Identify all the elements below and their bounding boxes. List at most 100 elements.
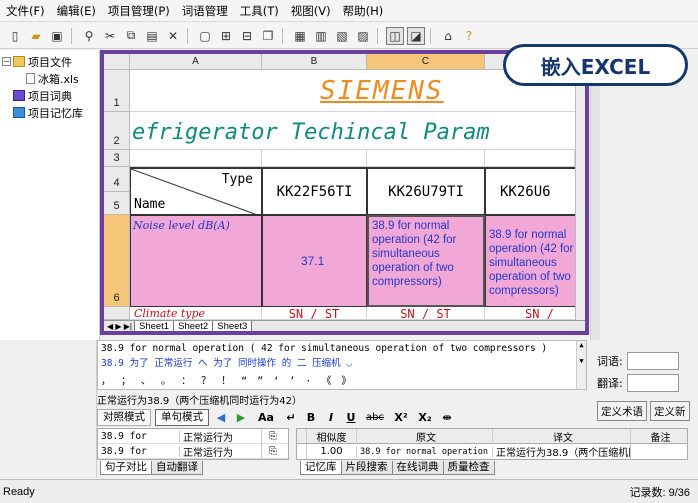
- find-icon[interactable]: ⚲: [80, 27, 98, 45]
- export-icon[interactable]: ⊞: [217, 27, 235, 45]
- copy-icon[interactable]: ⎘: [262, 446, 284, 457]
- menu-tools[interactable]: 工具(T): [240, 3, 279, 19]
- cell-model-1[interactable]: KK22F56TI: [262, 167, 367, 215]
- new-file-icon[interactable]: ▯: [6, 27, 24, 45]
- cell-climate-b[interactable]: SN / ST: [262, 307, 367, 320]
- underline-button[interactable]: U: [343, 411, 359, 424]
- cell-noise-b[interactable]: 37.1: [262, 215, 367, 307]
- row-header-2[interactable]: 2: [104, 112, 130, 150]
- tab-auto-translate[interactable]: 自动翻译: [151, 461, 203, 475]
- cell-noise-c-selected[interactable]: 38.9 for normal operation (42 for simult…: [367, 215, 485, 307]
- cell-c3[interactable]: [367, 150, 485, 167]
- col-target[interactable]: 译文: [493, 428, 631, 444]
- punctuation-bar[interactable]: ， ； 、 。 ： ？ ！ “ ” ‘ ’ · 《 》: [101, 372, 353, 387]
- qa-icon[interactable]: ▨: [354, 27, 372, 45]
- menu-view[interactable]: 视图(V): [291, 3, 331, 19]
- pages-icon[interactable]: ❐: [259, 27, 277, 45]
- embedded-excel[interactable]: A B C 1 2 3 4 5 6 SIEMENS efrigerator Te…: [100, 50, 589, 335]
- document-icon[interactable]: ▢: [196, 27, 214, 45]
- cell-model-3[interactable]: KK26U6: [485, 167, 585, 215]
- menu-help[interactable]: 帮助(H): [343, 3, 384, 19]
- editor-scrollbar[interactable]: ▲ ▼: [576, 341, 586, 389]
- font-button[interactable]: Aa: [253, 411, 279, 424]
- col-note[interactable]: 备注: [631, 429, 687, 444]
- menu-project[interactable]: 项目管理(P): [108, 3, 170, 19]
- define-term-button[interactable]: 定义术语: [597, 401, 647, 421]
- open-folder-icon[interactable]: ▰: [27, 27, 45, 45]
- import-icon[interactable]: ⊟: [238, 27, 256, 45]
- cell-d3[interactable]: [485, 150, 575, 167]
- cell-noise-d[interactable]: 38.9 for normal operation (42 for simult…: [485, 215, 585, 307]
- layout-icon[interactable]: ◪: [407, 26, 425, 45]
- row-header-7[interactable]: [104, 307, 130, 320]
- subscript-button[interactable]: X₂: [415, 411, 435, 424]
- cell-climate-c[interactable]: SN / ST: [367, 307, 485, 320]
- list-item[interactable]: 38.9 for 正常运行为 ⎘: [98, 443, 288, 459]
- cell-climate-label[interactable]: Climate type: [130, 307, 262, 320]
- vertical-scrollbar[interactable]: [575, 70, 585, 320]
- cell-climate-d[interactable]: SN /: [485, 307, 585, 320]
- tab-memory[interactable]: 记忆库: [300, 461, 342, 475]
- col-header-c[interactable]: C: [367, 54, 485, 70]
- word-input[interactable]: [626, 352, 679, 370]
- glossary-icon[interactable]: ▧: [333, 27, 351, 45]
- strike-button[interactable]: abc: [363, 412, 387, 423]
- col-header-a[interactable]: A: [130, 54, 262, 70]
- save-icon[interactable]: ▣: [48, 27, 66, 45]
- superscript-button[interactable]: X²: [391, 411, 411, 424]
- sentence-editor[interactable]: 38.9 for normal operation ( 42 for simul…: [97, 340, 587, 390]
- dict-icon[interactable]: ▥: [312, 27, 330, 45]
- compare-mode-button[interactable]: 对照模式: [97, 408, 151, 426]
- sheet-nav-icon[interactable]: ◀ ▶ ▶|: [104, 322, 135, 331]
- col-header-b[interactable]: B: [262, 54, 367, 70]
- list-item[interactable]: 38.9 for 正常运行为 ⎘: [98, 428, 288, 444]
- translation-result[interactable]: 正常运行为38.9（两个压缩机同时运行为42）: [97, 392, 302, 407]
- col-similarity[interactable]: 相似度: [307, 428, 357, 444]
- next-arrow-icon[interactable]: ▶: [233, 411, 249, 424]
- col-source[interactable]: 原文: [357, 428, 493, 444]
- row-header-4[interactable]: 4: [104, 167, 130, 192]
- paste-icon[interactable]: ▤: [143, 27, 161, 45]
- tree-item-memory[interactable]: 项目记忆库: [2, 104, 97, 121]
- row-header-6[interactable]: 6: [104, 215, 130, 307]
- tree-item-project-files[interactable]: − 项目文件: [2, 53, 97, 70]
- delete-icon[interactable]: ✕: [164, 27, 182, 45]
- table-row[interactable]: 1.00 38.9 for normal operation (42 正常运行为…: [297, 444, 687, 459]
- cell-model-2[interactable]: KK26U79TI: [367, 167, 485, 215]
- spacing-icon[interactable]: ⇹: [439, 411, 455, 424]
- define-new-button[interactable]: 定义新: [650, 401, 690, 421]
- cell-noise-label[interactable]: Noise level dB(A): [130, 215, 262, 307]
- home-icon[interactable]: ⌂: [439, 27, 457, 45]
- cut-icon[interactable]: ✂: [101, 27, 119, 45]
- italic-button[interactable]: I: [323, 411, 339, 424]
- copy-icon[interactable]: ⧉: [122, 27, 140, 45]
- tab-online-dict[interactable]: 在线词典: [391, 461, 444, 475]
- row-header-3[interactable]: 3: [104, 150, 130, 167]
- corner-cell[interactable]: [104, 54, 130, 70]
- copy-icon[interactable]: ⎘: [262, 431, 284, 442]
- bold-button[interactable]: B: [303, 411, 319, 424]
- prev-arrow-icon[interactable]: ◀: [213, 411, 229, 424]
- sheet-tab-1[interactable]: Sheet1: [133, 320, 175, 331]
- translation-input[interactable]: [626, 374, 679, 392]
- cell-a3[interactable]: [130, 150, 262, 167]
- cell-b3[interactable]: [262, 150, 367, 167]
- menu-edit[interactable]: 编辑(E): [57, 3, 96, 19]
- tab-sentence-compare[interactable]: 句子对比: [100, 461, 152, 475]
- sheet-tab-2[interactable]: Sheet2: [173, 320, 214, 331]
- tree-item-file[interactable]: 冰箱.xls: [2, 70, 97, 87]
- single-mode-button[interactable]: 单句模式: [155, 408, 209, 426]
- menu-terms[interactable]: 词语管理: [182, 3, 228, 19]
- help-icon[interactable]: ?: [460, 27, 478, 45]
- tm-icon[interactable]: ▦: [291, 27, 309, 45]
- return-icon[interactable]: ↵: [283, 411, 299, 424]
- row-header-5[interactable]: 5: [104, 192, 130, 215]
- split-view-icon[interactable]: ◫: [386, 26, 404, 45]
- sheet-tab-3[interactable]: Sheet3: [212, 320, 253, 331]
- tab-quality-check[interactable]: 质量检查: [442, 461, 495, 475]
- collapse-icon[interactable]: −: [2, 57, 11, 66]
- right-scrollbar[interactable]: [590, 50, 600, 340]
- tree-item-dictionary[interactable]: 项目词典: [2, 87, 97, 104]
- cell-type-name[interactable]: Type Name: [130, 167, 262, 215]
- tab-fragment-search[interactable]: 片段搜索: [340, 461, 393, 475]
